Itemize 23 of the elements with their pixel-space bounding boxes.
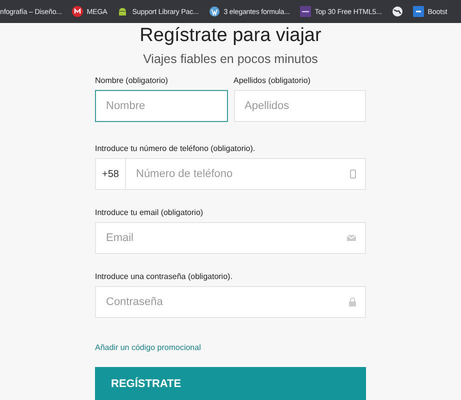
email-field[interactable]: Email [95,222,366,254]
field-label: Nombre (obligatorio) [95,76,169,85]
page-title: Regístrate para viajar [138,25,322,47]
site-logo-icon [412,6,424,17]
wordpress-logo-icon [208,6,220,17]
page-subtitle: Viajes fiables en pocos minutos [142,52,319,66]
phone-field[interactable]: Número de teléfono [126,158,366,190]
globe-icon [392,6,403,17]
mega-logo-icon [72,6,83,17]
register-button[interactable]: REGÍSTRATE [95,367,366,400]
field-label: Introduce tu email (obligatorio) [95,208,204,217]
input-field[interactable]: Nombre [95,90,228,122]
phone-icon [350,170,356,178]
country-code-selector[interactable]: +58 [95,158,126,190]
field-label: Introduce una contraseña (obligatorio). [95,272,234,281]
android-robot-icon [117,6,128,17]
field-label: Apellidos (obligatorio) [234,76,312,85]
lock-icon [349,298,356,306]
envelope-icon [347,235,356,241]
field-label: Introduce tu número de teléfono (obligatorio). [95,144,256,153]
password-field[interactable]: Contraseña [95,286,366,318]
site-logo-icon [300,6,311,17]
promo-code-link[interactable]: Añadir un código promocional [95,343,201,352]
